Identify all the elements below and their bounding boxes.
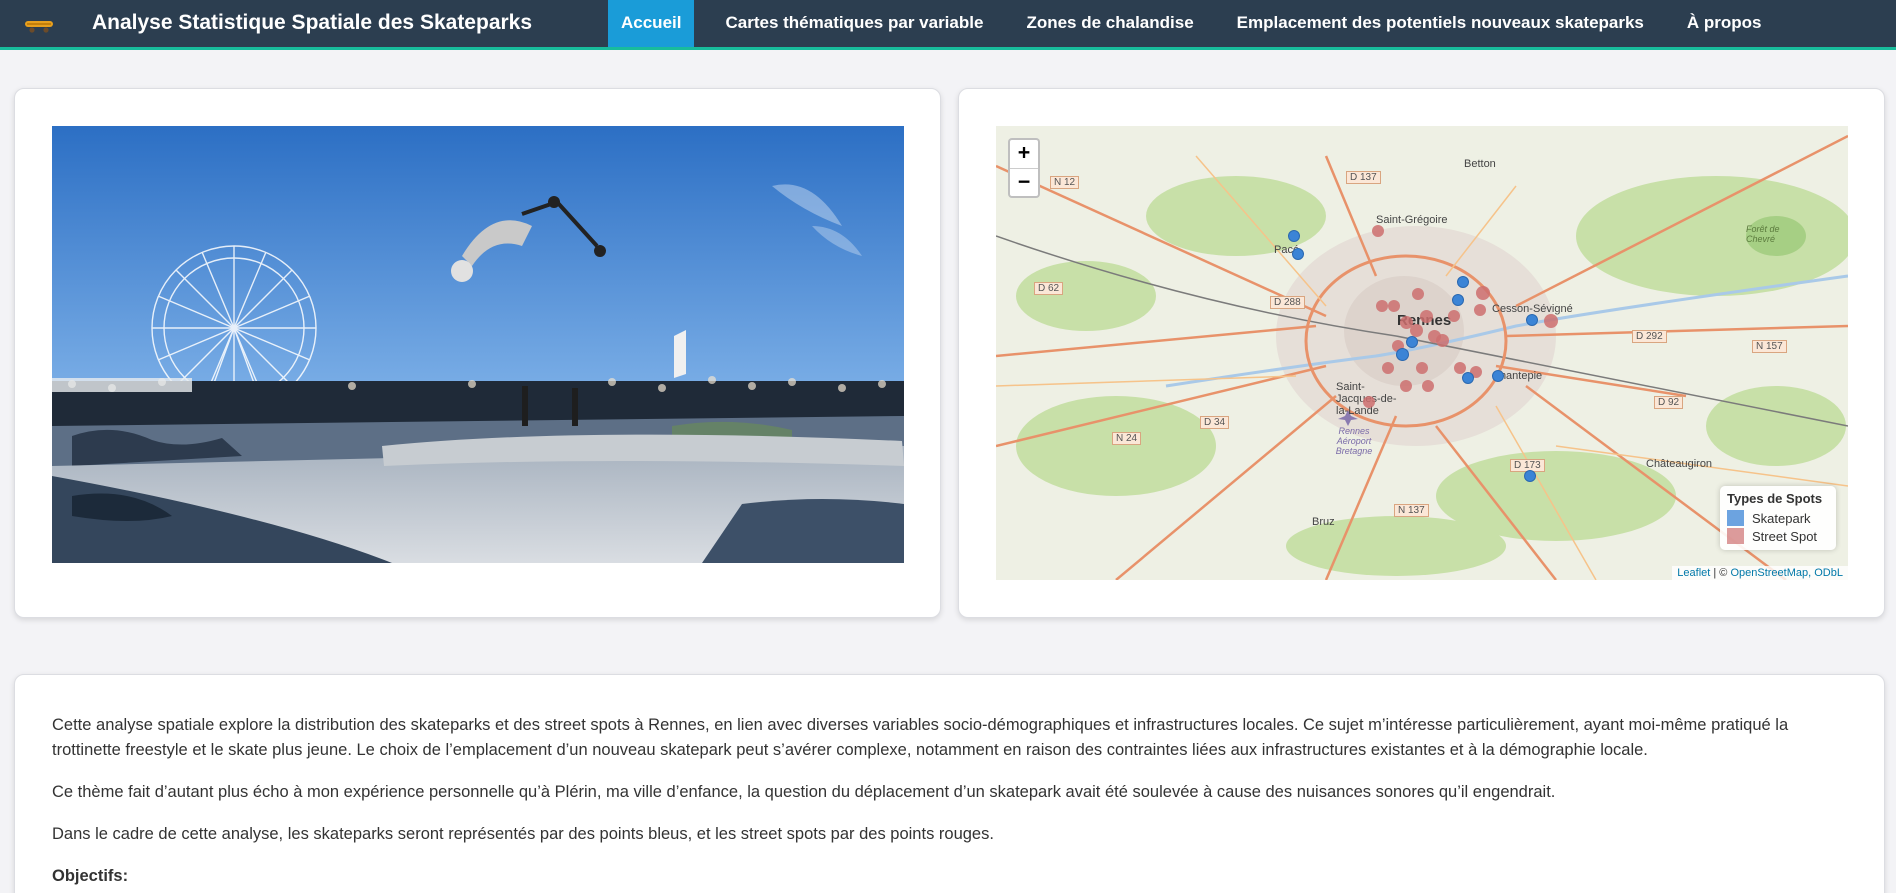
street-spot-marker[interactable] (1412, 288, 1424, 300)
road-label: N 12 (1050, 176, 1080, 189)
skatepark-marker[interactable] (1526, 314, 1538, 326)
skatepark-marker[interactable] (1406, 336, 1418, 348)
skatepark-marker[interactable] (1288, 230, 1300, 242)
intro-paragraph: Cette analyse spatiale explore la distri… (52, 716, 1789, 759)
street-spot-marker[interactable] (1363, 396, 1375, 408)
street-spot-marker[interactable] (1474, 304, 1486, 316)
objectives-heading: Objectifs: (52, 867, 129, 885)
road-label: D 288 (1270, 296, 1305, 309)
street-spot-marker[interactable] (1420, 310, 1433, 323)
zoom-control: + − (1008, 138, 1040, 198)
skateboard-icon[interactable] (24, 16, 54, 34)
town-label: Bruz (1312, 516, 1335, 528)
legend-item-skatepark: Skatepark (1727, 509, 1829, 527)
street-spot-marker[interactable] (1372, 225, 1384, 237)
intro-text: Cette analyse spatiale explore la distri… (52, 713, 1852, 893)
skatepark-marker[interactable] (1492, 370, 1504, 382)
skatepark-marker[interactable] (1462, 372, 1474, 384)
road-label: D 62 (1034, 282, 1064, 295)
tab-accueil[interactable]: Accueil (608, 0, 695, 47)
intro-paragraph: Dans le cadre de cette analyse, les skat… (52, 825, 994, 843)
town-label: Saint-Grégoire (1376, 214, 1448, 226)
town-label: Châteaugiron (1646, 458, 1713, 470)
spots-map[interactable]: Betton Saint-Grégoire Pacé Rennes Cesson… (996, 126, 1848, 580)
road-label: N 137 (1394, 504, 1429, 517)
zoom-out-button[interactable]: − (1010, 168, 1038, 196)
street-spot-marker[interactable] (1400, 380, 1412, 392)
legend-swatch-street-spot (1727, 528, 1744, 544)
road-label: N 24 (1112, 432, 1142, 445)
map-legend: Types de Spots Skatepark Street Spot (1720, 486, 1836, 550)
street-spot-marker[interactable] (1422, 380, 1434, 392)
tab-zones-chalandise[interactable]: Zones de chalandise (1013, 0, 1206, 47)
road-label: D 34 (1200, 416, 1230, 429)
road-label: D 137 (1346, 171, 1381, 184)
app-title[interactable]: Analyse Statistique Spatiale des Skatepa… (92, 0, 532, 46)
town-label: Forêt de Chevré (1746, 224, 1780, 244)
map-card: Betton Saint-Grégoire Pacé Rennes Cesson… (958, 88, 1885, 618)
street-spot-marker[interactable] (1376, 300, 1388, 312)
road-label: D 92 (1654, 396, 1684, 409)
intro-paragraph: Ce thème fait d’autant plus écho à mon e… (52, 783, 1556, 801)
skatepark-photo (52, 126, 904, 563)
navbar: Analyse Statistique Spatiale des Skatepa… (0, 0, 1896, 50)
intro-card: Cette analyse spatiale explore la distri… (14, 674, 1885, 893)
tab-a-propos[interactable]: À propos (1674, 0, 1775, 47)
zoom-in-button[interactable]: + (1010, 140, 1038, 168)
skatepark-marker[interactable] (1396, 348, 1409, 361)
nav-tabs: Accueil Cartes thématiques par variable … (608, 0, 1792, 47)
street-spot-marker[interactable] (1436, 334, 1449, 347)
tab-cartes-thematiques[interactable]: Cartes thématiques par variable (712, 0, 996, 47)
attribution-separator: | © (1710, 567, 1731, 579)
skatepark-marker[interactable] (1457, 276, 1469, 288)
town-label: Rennes Aéroport Bretagne (1335, 426, 1373, 456)
street-spot-marker[interactable] (1382, 362, 1394, 374)
street-spot-marker[interactable] (1476, 286, 1490, 300)
legend-swatch-skatepark (1727, 510, 1744, 526)
street-spot-marker[interactable] (1416, 362, 1428, 374)
tab-emplacement-nouveaux-skateparks[interactable]: Emplacement des potentiels nouveaux skat… (1224, 0, 1657, 47)
town-label: Betton (1464, 158, 1496, 170)
legend-title: Types de Spots (1727, 491, 1823, 506)
road-label: N 157 (1752, 340, 1787, 353)
legend-item-street-spot: Street Spot (1727, 527, 1829, 545)
skatepark-marker[interactable] (1524, 470, 1536, 482)
legend-label: Skatepark (1752, 510, 1811, 526)
leaflet-link[interactable]: Leaflet (1677, 567, 1710, 579)
osm-link[interactable]: OpenStreetMap (1730, 567, 1808, 579)
odbl-link[interactable]: ODbL (1814, 567, 1843, 579)
street-spot-marker[interactable] (1388, 300, 1400, 312)
street-spot-marker[interactable] (1448, 310, 1460, 322)
road-label: D 292 (1632, 330, 1667, 343)
street-spot-marker[interactable] (1544, 314, 1558, 328)
map-attribution: Leaflet | © OpenStreetMap, ODbL (1672, 566, 1848, 580)
photo-card (14, 88, 941, 618)
legend-label: Street Spot (1752, 528, 1818, 544)
skatepark-marker[interactable] (1292, 248, 1304, 260)
skatepark-marker[interactable] (1452, 294, 1464, 306)
